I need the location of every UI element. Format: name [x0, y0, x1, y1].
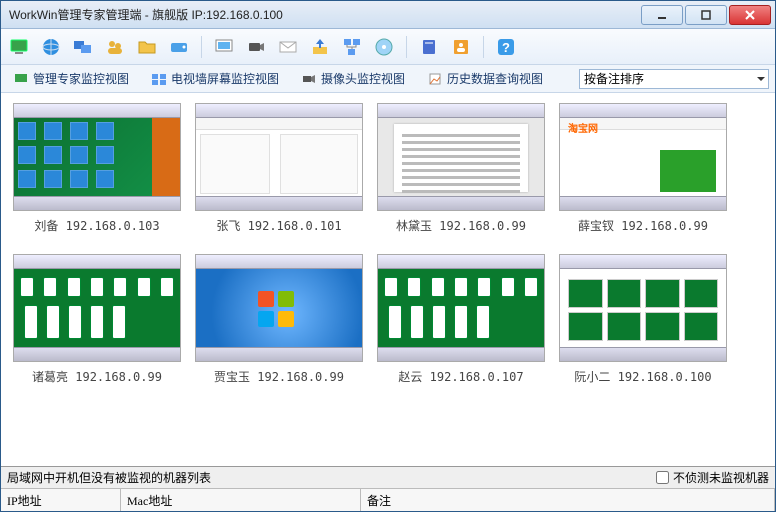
tab-label: 管理专家监控视图	[33, 70, 129, 87]
screens-icon[interactable]	[71, 35, 95, 59]
tab-label: 摄像头监控视图	[321, 70, 405, 87]
screenshot-preview[interactable]	[559, 254, 727, 362]
screen-thumbnail[interactable]: 刘备 192.168.0.103	[13, 103, 181, 234]
window-title: WorkWin管理专家管理端 - 旗舰版 IP:192.168.0.100	[9, 6, 641, 23]
thumbnail-caption: 赵云 192.168.0.107	[377, 368, 545, 385]
screen-thumbnail[interactable]: 林黛玉 192.168.0.99	[377, 103, 545, 234]
sort-input[interactable]	[579, 69, 769, 89]
tvwall-icon	[151, 71, 167, 87]
upload-icon[interactable]	[308, 35, 332, 59]
app-window: WorkWin管理专家管理端 - 旗舰版 IP:192.168.0.100 ? …	[0, 0, 776, 512]
tab-label: 电视墙屏幕监控视图	[171, 70, 279, 87]
minimize-button[interactable]	[641, 5, 683, 25]
screen-thumbnail[interactable]: 贾宝玉 192.168.0.99	[195, 254, 363, 385]
screenshot-preview[interactable]	[13, 254, 181, 362]
screenshot-preview[interactable]	[377, 254, 545, 362]
screenshot-preview[interactable]	[377, 103, 545, 211]
no-detect-checkbox[interactable]: 不侦测未监视机器	[656, 469, 769, 486]
maximize-button[interactable]	[685, 5, 727, 25]
thumbnail-gallery[interactable]: 刘备 192.168.0.103 张飞 192.168.0.101 林黛玉 192.…	[1, 93, 775, 466]
screen-thumbnail[interactable]: 张飞 192.168.0.101	[195, 103, 363, 234]
thumbnail-caption: 诸葛亮 192.168.0.99	[13, 368, 181, 385]
history-icon	[427, 71, 443, 87]
col-mac[interactable]: Mac地址	[121, 489, 361, 511]
unmonitored-title: 局域网中开机但没有被监视的机器列表	[7, 469, 211, 486]
thumbnail-caption: 张飞 192.168.0.101	[195, 217, 363, 234]
screen-thumbnail[interactable]: 赵云 192.168.0.107	[377, 254, 545, 385]
screenshot-preview[interactable]: 淘宝网	[559, 103, 727, 211]
thumbnail-caption: 林黛玉 192.168.0.99	[377, 217, 545, 234]
globe-icon[interactable]	[39, 35, 63, 59]
thumbnail-caption: 阮小二 192.168.0.100	[559, 368, 727, 385]
tab-expert-monitor[interactable]: 管理专家监控视图	[7, 68, 135, 89]
camera-icon[interactable]	[244, 35, 268, 59]
svg-text:?: ?	[502, 40, 510, 55]
col-note[interactable]: 备注	[361, 489, 775, 511]
no-detect-checkbox-input[interactable]	[656, 471, 669, 484]
camera-small-icon	[301, 71, 317, 87]
thumbnail-caption: 刘备 192.168.0.103	[13, 217, 181, 234]
toolbar-separator	[201, 36, 202, 58]
toolbar-separator	[406, 36, 407, 58]
network-icon[interactable]	[340, 35, 364, 59]
screen-thumbnail[interactable]: 诸葛亮 192.168.0.99	[13, 254, 181, 385]
book-icon[interactable]	[417, 35, 441, 59]
sort-dropdown[interactable]	[579, 69, 769, 89]
thumbnail-caption: 贾宝玉 192.168.0.99	[195, 368, 363, 385]
screen-thumbnail[interactable]: 淘宝网薛宝钗 192.168.0.99	[559, 103, 727, 234]
tab-history-query[interactable]: 历史数据查询视图	[421, 68, 549, 89]
screen-thumbnail[interactable]: 阮小二 192.168.0.100	[559, 254, 727, 385]
monitor-icon[interactable]	[7, 35, 31, 59]
tab-camera-monitor[interactable]: 摄像头监控视图	[295, 68, 411, 89]
users-icon[interactable]	[103, 35, 127, 59]
help-icon[interactable]: ?	[494, 35, 518, 59]
window-controls	[641, 5, 771, 25]
screenshot-preview[interactable]	[13, 103, 181, 211]
titlebar: WorkWin管理专家管理端 - 旗舰版 IP:192.168.0.100	[1, 1, 775, 29]
unmonitored-table-header: IP地址 Mac地址 备注	[1, 489, 775, 511]
screenshot-preview[interactable]	[195, 254, 363, 362]
unmonitored-panel: 局域网中开机但没有被监视的机器列表 不侦测未监视机器 IP地址 Mac地址 备注	[1, 466, 775, 511]
toolbar-separator	[483, 36, 484, 58]
no-detect-label: 不侦测未监视机器	[673, 469, 769, 486]
tab-tvwall-monitor[interactable]: 电视墙屏幕监控视图	[145, 68, 285, 89]
col-ip[interactable]: IP地址	[1, 489, 121, 511]
view-tabs: 管理专家监控视图 电视墙屏幕监控视图 摄像头监控视图 历史数据查询视图	[1, 65, 775, 93]
thumbnail-caption: 薛宝钗 192.168.0.99	[559, 217, 727, 234]
folder-icon[interactable]	[135, 35, 159, 59]
disc-icon[interactable]	[372, 35, 396, 59]
drive-icon[interactable]	[167, 35, 191, 59]
tab-label: 历史数据查询视图	[447, 70, 543, 87]
contacts-icon[interactable]	[449, 35, 473, 59]
mail-icon[interactable]	[276, 35, 300, 59]
close-button[interactable]	[729, 5, 771, 25]
screenshot-preview[interactable]	[195, 103, 363, 211]
main-toolbar: ?	[1, 29, 775, 65]
monitor-small-icon	[13, 71, 29, 87]
display-icon[interactable]	[212, 35, 236, 59]
